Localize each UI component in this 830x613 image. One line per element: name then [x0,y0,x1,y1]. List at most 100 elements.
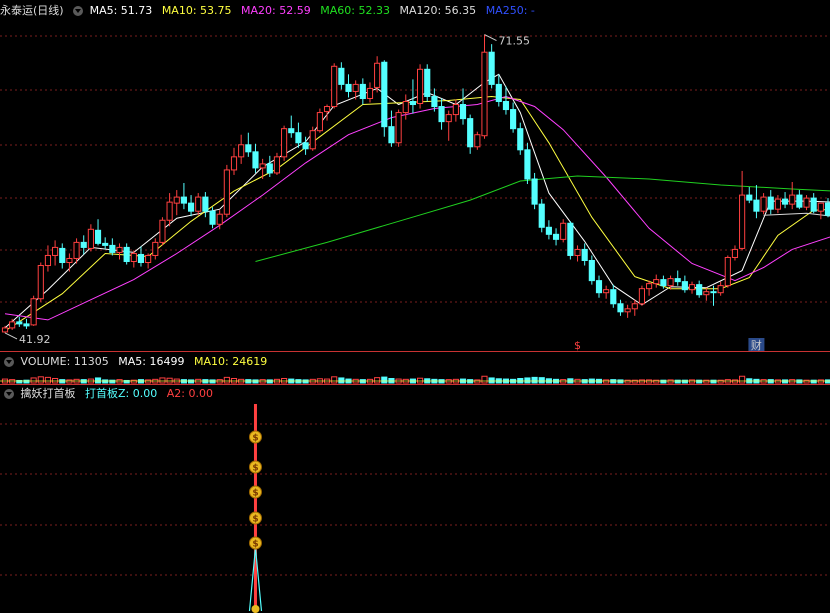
volume-bar-up [223,376,230,384]
candle-up [281,128,288,158]
volume-bar-down [524,377,531,384]
candle-up [323,106,331,113]
low-price-label: 41.92 [19,333,51,346]
volume-bar-up [481,375,488,384]
candle-down [245,144,252,153]
candle-down [696,284,703,296]
candle-down [345,83,352,92]
candle-down [187,202,195,212]
candle-down [338,67,345,85]
money-bag-icon [251,605,260,613]
candle-up [760,196,767,212]
candle-down [595,280,603,294]
candle-down [824,202,830,216]
dollar-marker: $ [574,339,581,352]
candle-down [674,278,681,283]
money-bag-glyph: $ [252,434,258,444]
volume-bar-up [374,377,381,384]
candle-up [631,303,638,310]
volume-bar-down [538,377,545,384]
candle-up [9,321,16,329]
candle-down [581,248,588,261]
candle-down [438,106,445,123]
candle-up [688,284,696,291]
candle-up [238,144,245,158]
candle-up [309,130,316,150]
candle-up [452,104,459,116]
candle-down [467,118,474,148]
candle-up [731,248,739,258]
candle-down [610,289,617,305]
candle-down [409,101,416,106]
candle-up [87,228,94,249]
candle-up [560,222,567,240]
candle-down [424,68,431,97]
candle-down [552,233,560,240]
candle-down [109,244,116,253]
candle-down [753,199,760,212]
money-bag-glyph: $ [252,489,258,499]
candle-up [638,288,646,305]
candle-up [259,163,266,169]
candle-down [510,109,517,130]
volume-bar-down [94,377,102,384]
candle-down [502,101,510,111]
candle-up [445,114,452,123]
candle-down [16,321,23,325]
candle-up [152,241,159,256]
candle-up [130,252,137,262]
candle-up [145,254,152,264]
kline-chart[interactable]: 71.55 41.92 $ 财 $ $ $ $ $ [0,0,830,613]
candle-up [703,291,710,296]
candle-up [803,197,810,208]
money-bag-glyph: $ [252,515,258,525]
candle-up [166,201,173,221]
candle-down [381,61,388,128]
candle-up [195,196,202,212]
ma20-line [4,95,830,321]
candle-down [531,178,538,205]
candle-down [94,229,102,244]
volume-bar-up [30,377,37,384]
candle-down [459,104,467,120]
candle-up [739,194,746,249]
money-bag-glyph: $ [252,464,258,474]
candle-down [209,210,216,225]
candle-up [30,298,37,326]
candle-down [59,247,66,264]
candle-up [817,202,824,212]
candle-up [624,308,631,313]
candle-down [302,142,309,150]
candle-down [431,95,438,108]
candle-down [123,246,130,263]
candle-up [653,279,660,285]
volume-bar-up [159,377,166,384]
candle-up [352,83,359,92]
volume-bar-down [488,377,495,384]
candle-up [230,156,238,171]
ma120-line [763,212,830,217]
candle-up [402,101,409,114]
candle-up [331,65,338,108]
candle-up [52,246,59,256]
candle-down [524,149,531,180]
candle-up [216,213,223,225]
candle-down [288,128,295,134]
candle-down [252,151,259,169]
volume-bar-up [37,376,44,384]
candle-up [646,283,653,290]
candle-down [567,222,574,256]
candle-up [774,198,781,210]
candle-up [474,134,481,148]
candle-down [810,197,817,212]
volume-bar-up [44,376,52,384]
candle-up [366,87,374,99]
candle-down [80,241,87,248]
candle-down [180,196,187,204]
candle-down [266,163,273,174]
volume-bar-down [338,377,345,384]
candle-up [374,62,381,88]
candle-up [789,194,796,205]
candle-up [44,254,52,267]
candle-up [717,285,724,294]
